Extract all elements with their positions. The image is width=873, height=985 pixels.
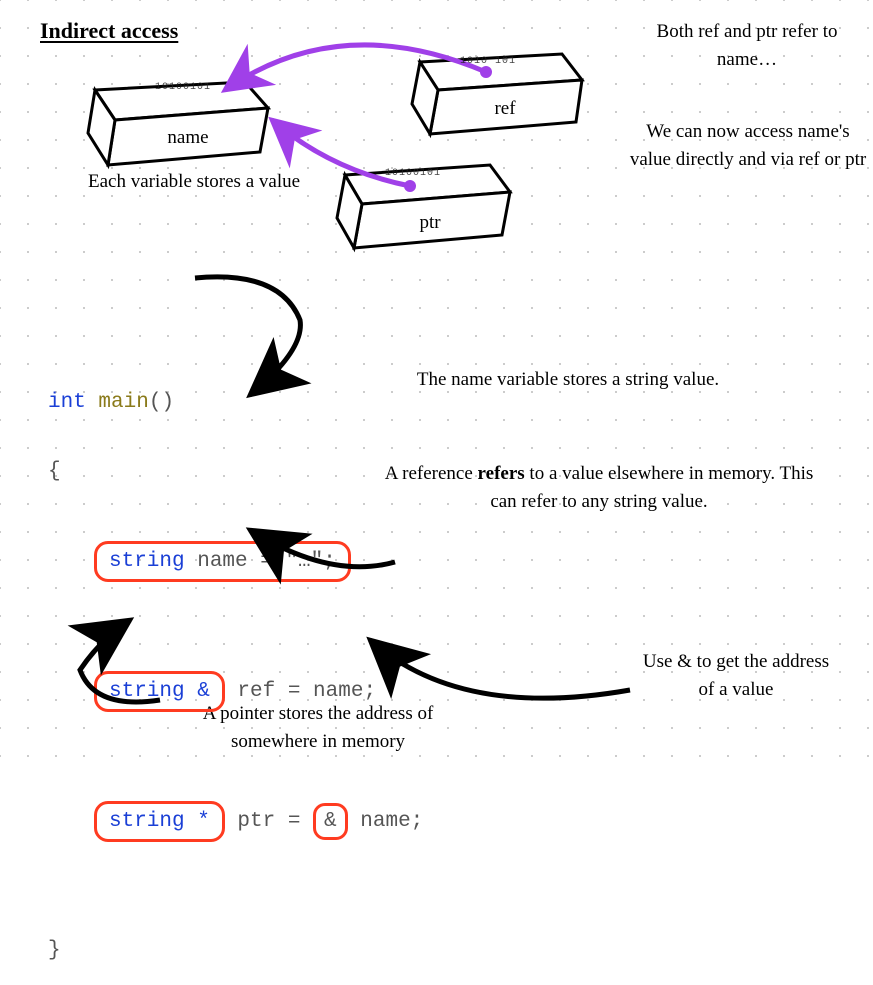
parens: () xyxy=(149,391,174,414)
annotation-reference: A reference refers to a value elsewhere … xyxy=(384,460,814,515)
diagram-title: Indirect access xyxy=(40,18,178,44)
pill-string-ptr: string * xyxy=(94,801,225,842)
brace-close: } xyxy=(48,939,423,962)
fn-main: main xyxy=(98,391,148,414)
kw-string-1: string xyxy=(109,550,185,573)
decl-ptr-end: name; xyxy=(348,810,424,833)
decl-ptr-mid: ptr = xyxy=(225,810,313,833)
binary-ref: 1010 101 xyxy=(460,56,516,67)
brace-open: { xyxy=(48,460,423,483)
decl-name-rest: name = "…"; xyxy=(185,550,336,573)
pill-amp: & xyxy=(313,803,348,840)
kw-string-2: string & xyxy=(109,680,210,703)
annotation-ref-ptr-refer: Both ref and ptr refer to name… xyxy=(632,18,862,73)
code-block: int main() { string name = "…"; string &… xyxy=(48,345,423,985)
annotation-amp-address: Use & to get the address of a value xyxy=(636,648,836,703)
binary-ptr: 10100101 xyxy=(385,168,441,179)
kw-string-3: string * xyxy=(109,810,210,833)
decl-ref-rest: ref = name; xyxy=(225,680,376,703)
pill-string-ref: string & xyxy=(94,671,225,712)
binary-name: 10100101 xyxy=(155,82,211,93)
annotation-access-via: We can now access name's value directly … xyxy=(628,118,868,173)
kw-int: int xyxy=(48,391,86,414)
pill-string-name: string name = "…"; xyxy=(94,541,351,582)
annotation-variable-stores: Each variable stores a value xyxy=(84,168,304,196)
amp: & xyxy=(324,810,337,833)
refers-bold: refers xyxy=(478,463,525,484)
